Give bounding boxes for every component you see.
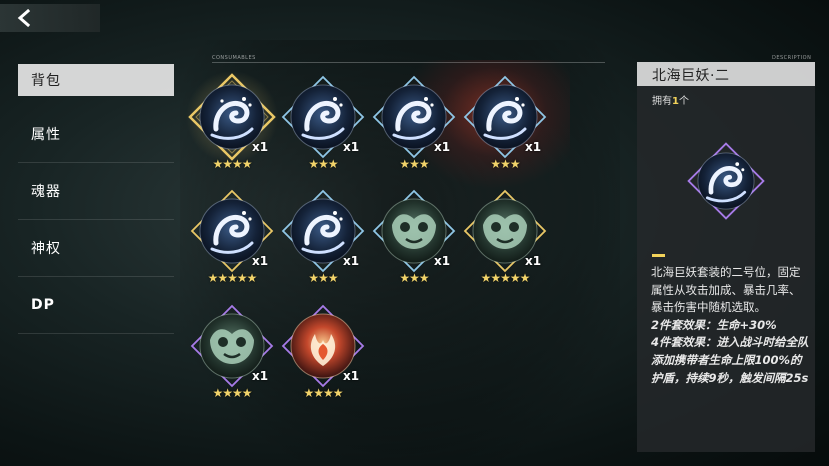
sidebar-item-label: 魂器 [31,184,61,200]
sidebar-item-soul-artifact[interactable]: 魂器 [18,163,174,220]
sea-wave-icon [687,142,765,220]
sidebar: 背包 属性 魂器 神权 DP [18,64,174,334]
item-rarity-stars: ★★★★★ [480,271,531,285]
sidebar-item-label: 属性 [31,127,61,143]
item-slot[interactable]: x1 ★★★★★ [186,185,278,297]
sidebar-item-divine-right[interactable]: 神权 [18,220,174,277]
sidebar-item-label: 神权 [31,241,61,257]
item-rarity-stars: ★★★★ [303,386,343,400]
item-quantity: x1 [343,369,360,383]
item-quantity: x1 [252,369,269,383]
item-rarity-stars: ★★★ [399,271,429,285]
consumables-divider [212,62,605,63]
back-button[interactable] [0,4,100,32]
item-quantity: x1 [343,254,360,268]
item-quantity: x1 [434,140,451,154]
item-rarity-stars: ★★★ [490,157,520,171]
item-rarity-stars: ★★★ [399,157,429,171]
item-quantity: x1 [525,140,542,154]
set2-effect: 2件套效果：生命+30% [651,317,777,332]
item-quantity: x1 [343,140,360,154]
chevron-left-icon [17,9,31,27]
item-slot[interactable]: x1 ★★★★★ [459,185,551,297]
item-slot[interactable]: x1 ★★★ [368,185,460,297]
item-slot[interactable]: x1 ★★★★ [277,300,369,412]
owned-number: 1 [672,96,679,107]
item-quantity: x1 [434,254,451,268]
item-rarity-stars: ★★★★ [212,157,252,171]
item-slot[interactable]: x1 ★★★ [277,71,369,183]
item-quantity: x1 [252,140,269,154]
description-title-bar: 北海巨妖·二 [637,62,815,86]
item-rarity-stars: ★★★ [308,157,338,171]
item-quantity: x1 [252,254,269,268]
owned-prefix: 拥有 [652,96,672,107]
consumables-header: CONSUMABLES [212,55,256,61]
description-body: 北海巨妖套装的二号位，固定属性从攻击加成、暴击几率、暴击伤害中随机选取。 [651,265,801,315]
item-rarity-stars: ★★★★ [212,386,252,400]
item-slot[interactable]: x1 ★★★★ [186,300,278,412]
item-slot[interactable]: x1 ★★★ [459,71,551,183]
item-title: 北海巨妖·二 [652,68,730,84]
sidebar-item-label: 背包 [31,73,61,89]
sidebar-item-label: DP [31,297,55,313]
owned-suffix: 个 [678,96,689,107]
owned-count: 拥有1个 [652,92,689,107]
item-slot[interactable]: x1 ★★★★ [186,71,278,183]
item-slot[interactable]: x1 ★★★ [368,71,460,183]
description-accent [652,254,665,257]
sidebar-item-bag[interactable]: 背包 [18,64,174,96]
description-header: DESCRIPTION [772,55,812,61]
sidebar-item-dp[interactable]: DP [18,277,174,334]
sidebar-item-attributes[interactable]: 属性 [18,106,174,163]
item-rarity-stars: ★★★★★ [207,271,258,285]
item-slot[interactable]: x1 ★★★ [277,185,369,297]
item-quantity: x1 [525,254,542,268]
item-rarity-stars: ★★★ [308,271,338,285]
description-text[interactable]: 北海巨妖套装的二号位，固定属性从攻击加成、暴击几率、暴击伤害中随机选取。 2件套… [651,264,809,399]
